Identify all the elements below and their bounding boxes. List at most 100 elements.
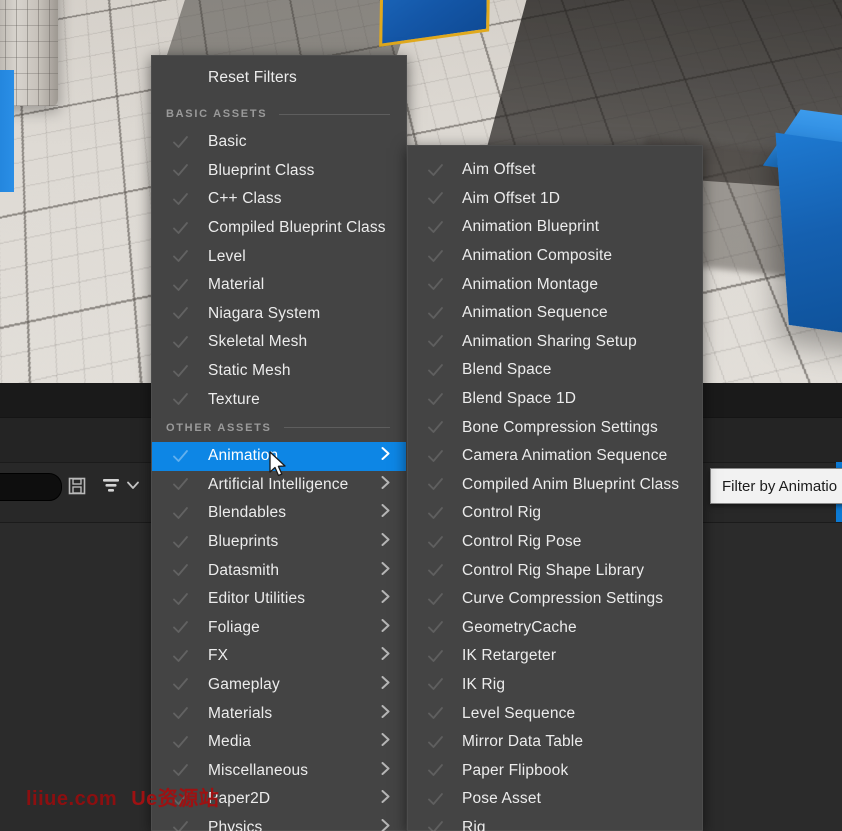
submenu-item-label: Animation Composite	[462, 247, 612, 265]
submenu-item-animation-composite[interactable]: Animation Composite	[408, 242, 702, 271]
submenu-item-geometrycache[interactable]: GeometryCache	[408, 614, 702, 643]
checkmark-icon	[152, 591, 208, 608]
menu-item-editor-utilities[interactable]: Editor Utilities	[152, 585, 406, 614]
chevron-right-icon	[379, 475, 392, 495]
menu-section-divider	[279, 114, 390, 115]
submenu-item-pose-asset[interactable]: Pose Asset	[408, 785, 702, 814]
submenu-item-label: Bone Compression Settings	[462, 419, 658, 437]
submenu-item-animation-blueprint[interactable]: Animation Blueprint	[408, 213, 702, 242]
menu-item-skeletal-mesh[interactable]: Skeletal Mesh	[152, 328, 406, 357]
chevron-right-icon	[379, 732, 392, 752]
checkmark-icon	[152, 162, 208, 179]
menu-item-datasmith[interactable]: Datasmith	[152, 556, 406, 585]
submenu-item-control-rig[interactable]: Control Rig	[408, 499, 702, 528]
submenu-item-animation-montage[interactable]: Animation Montage	[408, 270, 702, 299]
submenu-item-mirror-data-table[interactable]: Mirror Data Table	[408, 728, 702, 757]
checkmark-icon	[152, 391, 208, 408]
checkmark-icon	[408, 305, 462, 322]
menu-item-label: Static Mesh	[208, 362, 291, 380]
menu-section-title: OTHER ASSETS	[166, 422, 272, 434]
checkmark-icon	[408, 448, 462, 465]
menu-item-label: Materials	[208, 705, 272, 723]
submenu-item-rig[interactable]: Rig	[408, 814, 702, 831]
checkmark-icon	[152, 191, 208, 208]
save-icon[interactable]	[66, 475, 88, 497]
app-root: Filter by Animatio Reset Filters BASIC A…	[0, 0, 842, 831]
menu-item-foliage[interactable]: Foliage	[152, 614, 406, 643]
submenu-item-blend-space-1d[interactable]: Blend Space 1D	[408, 385, 702, 414]
submenu-item-control-rig-pose[interactable]: Control Rig Pose	[408, 528, 702, 557]
menu-item-blendables[interactable]: Blendables	[152, 499, 406, 528]
menu-item-material[interactable]: Material	[152, 271, 406, 300]
submenu-item-label: Blend Space	[462, 361, 552, 379]
submenu-item-blend-space[interactable]: Blend Space	[408, 356, 702, 385]
menu-item-miscellaneous[interactable]: Miscellaneous	[152, 756, 406, 785]
watermark: liiue.com Ue资源站	[26, 782, 219, 811]
chevron-right-icon	[379, 704, 392, 724]
menu-item-label: Blendables	[208, 504, 286, 522]
submenu-item-animation-sharing-setup[interactable]: Animation Sharing Setup	[408, 328, 702, 357]
menu-item-niagara-system[interactable]: Niagara System	[152, 300, 406, 329]
menu-item-gameplay[interactable]: Gameplay	[152, 671, 406, 700]
checkmark-icon	[152, 534, 208, 551]
submenu-item-label: Animation Montage	[462, 276, 598, 294]
filter-funnel-icon[interactable]	[99, 474, 123, 498]
submenu-item-label: Pose Asset	[462, 790, 541, 808]
menu-item-reset-filters[interactable]: Reset Filters	[152, 56, 406, 100]
submenu-item-aim-offset-1d[interactable]: Aim Offset 1D	[408, 185, 702, 214]
search-input[interactable]	[0, 473, 62, 501]
menu-section-title: BASIC ASSETS	[166, 108, 267, 120]
blue-box-left[interactable]	[0, 70, 14, 192]
menu-item-basic[interactable]: Basic	[152, 128, 406, 157]
submenu-item-ik-retargeter[interactable]: IK Retargeter	[408, 642, 702, 671]
submenu-item-control-rig-shape-library[interactable]: Control Rig Shape Library	[408, 556, 702, 585]
menu-item-physics[interactable]: Physics	[152, 814, 406, 831]
menu-item-label: Compiled Blueprint Class	[208, 219, 386, 237]
submenu-item-aim-offset[interactable]: Aim Offset	[408, 156, 702, 185]
submenu-item-bone-compression-settings[interactable]: Bone Compression Settings	[408, 413, 702, 442]
submenu-item-label: Control Rig Pose	[462, 533, 582, 551]
submenu-item-label: Animation Blueprint	[462, 218, 599, 236]
checkmark-icon	[408, 591, 462, 608]
menu-item-materials[interactable]: Materials	[152, 699, 406, 728]
submenu-item-ik-rig[interactable]: IK Rig	[408, 671, 702, 700]
submenu-item-label: Animation Sequence	[462, 304, 608, 322]
submenu-item-animation-sequence[interactable]: Animation Sequence	[408, 299, 702, 328]
checkmark-icon	[152, 819, 208, 831]
menu-item-level[interactable]: Level	[152, 242, 406, 271]
checkmark-icon	[408, 562, 462, 579]
chevron-down-icon[interactable]	[124, 476, 142, 494]
submenu-item-paper-flipbook[interactable]: Paper Flipbook	[408, 756, 702, 785]
menu-item-label: Miscellaneous	[208, 762, 308, 780]
chevron-right-icon	[379, 618, 392, 638]
submenu-item-label: Mirror Data Table	[462, 733, 583, 751]
animation-submenu[interactable]: Aim OffsetAim Offset 1D Animation Bluepri…	[407, 145, 703, 831]
submenu-item-label: Paper Flipbook	[462, 762, 568, 780]
submenu-item-label: IK Retargeter	[462, 647, 556, 665]
asset-filter-menu[interactable]: Reset Filters BASIC ASSETSBasicBlueprint…	[151, 55, 407, 831]
menu-item-cpp-class[interactable]: C++ Class	[152, 185, 406, 214]
checkmark-icon	[408, 162, 462, 179]
submenu-item-camera-animation-sequence[interactable]: Camera Animation Sequence	[408, 442, 702, 471]
menu-item-fx[interactable]: FX	[152, 642, 406, 671]
menu-item-animation[interactable]: Animation	[152, 442, 406, 471]
menu-item-label: Media	[208, 733, 251, 751]
menu-item-blueprints[interactable]: Blueprints	[152, 528, 406, 557]
checkmark-icon	[408, 734, 462, 751]
checkmark-icon	[408, 791, 462, 808]
submenu-item-level-sequence[interactable]: Level Sequence	[408, 699, 702, 728]
checkmark-icon	[408, 648, 462, 665]
menu-item-static-mesh[interactable]: Static Mesh	[152, 357, 406, 386]
checkmark-icon	[152, 648, 208, 665]
filter-tooltip: Filter by Animatio	[710, 468, 842, 504]
menu-item-texture[interactable]: Texture	[152, 385, 406, 414]
menu-item-blueprint-class[interactable]: Blueprint Class	[152, 157, 406, 186]
checkmark-icon	[152, 334, 208, 351]
menu-item-artificial-intelligence[interactable]: Artificial Intelligence	[152, 471, 406, 500]
submenu-item-curve-compression-settings[interactable]: Curve Compression Settings	[408, 585, 702, 614]
menu-item-label: Skeletal Mesh	[208, 333, 307, 351]
menu-item-media[interactable]: Media	[152, 728, 406, 757]
menu-item-compiled-blueprint-class[interactable]: Compiled Blueprint Class	[152, 214, 406, 243]
checkmark-icon	[152, 363, 208, 380]
submenu-item-compiled-anim-blueprint-class[interactable]: Compiled Anim Blueprint Class	[408, 471, 702, 500]
